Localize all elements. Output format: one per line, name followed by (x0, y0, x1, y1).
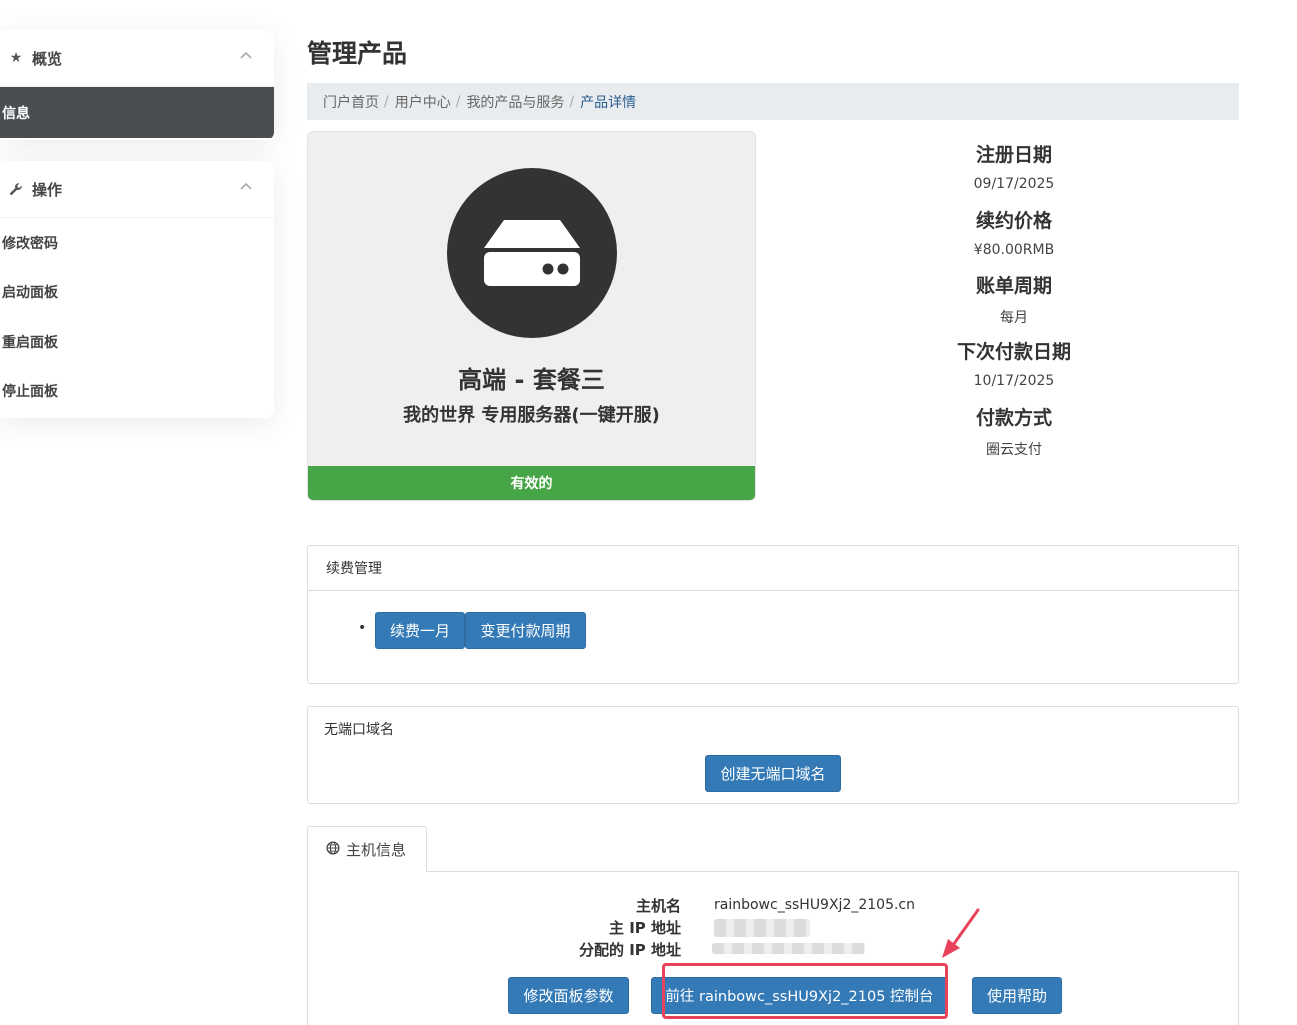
list-bullet: • (358, 620, 367, 636)
sidebar-item-label: 重启面板 (2, 334, 58, 351)
breadcrumb-current: 产品详情 (580, 94, 637, 111)
primary-ip-label: 主 IP 地址 (608, 919, 681, 937)
product-name: 高端 - 套餐三 (458, 366, 605, 394)
sidebar-item-stop-panel[interactable]: 停止面板 (0, 367, 274, 417)
breadcrumb-client-area[interactable]: 用户中心 (395, 92, 451, 112)
highlight-annotation (662, 963, 948, 1019)
globe-icon (326, 840, 340, 859)
detail-label: 下次付款日期 (956, 341, 1071, 363)
product-group: 我的世界 专用服务器(一键开服) (403, 405, 660, 426)
renew-one-month-button[interactable]: 续费一月 (375, 612, 465, 649)
breadcrumb: 门户首页 / 用户中心 / 我的产品与服务 / 产品详情 (307, 83, 1239, 120)
tab-label: 主机信息 (346, 841, 407, 859)
detail-value: 10/17/2025 (973, 373, 1055, 389)
detail-billing-cycle: 账单周期 每月 (900, 271, 1128, 327)
detail-payment-method: 付款方式 圈云支付 (900, 403, 1128, 459)
create-domain-button[interactable]: 创建无端口域名 (705, 755, 841, 792)
page-title: 管理产品 (307, 39, 408, 68)
detail-label: 账单周期 (975, 275, 1052, 297)
breadcrumb-products[interactable]: 我的产品与服务 (466, 92, 564, 112)
sidebar-item-label: 停止面板 (2, 384, 58, 401)
status-badge: 有效的 (308, 466, 755, 500)
change-billing-cycle-button[interactable]: 变更付款周期 (465, 612, 586, 649)
server-icon (447, 168, 617, 338)
renewal-title: 续费管理 (308, 546, 1238, 591)
star-icon: ★ (9, 50, 23, 66)
sidebar-actions-header[interactable]: 操作 (0, 161, 274, 218)
detail-value: 圈云支付 (986, 442, 1042, 458)
wrench-icon (6, 182, 26, 196)
hostname-label: 主机名 (635, 897, 681, 915)
sidebar-item-label: 启动面板 (2, 285, 58, 302)
sidebar-item-change-password[interactable]: 修改密码 (0, 218, 274, 268)
sidebar-overview-title: 概览 (32, 49, 63, 68)
detail-label: 付款方式 (975, 407, 1052, 429)
domain-title: 无端口域名 (324, 722, 394, 738)
detail-renewal-price: 续约价格 ¥80.00RMB (900, 206, 1128, 258)
assigned-ip-label: 分配的 IP 地址 (578, 941, 681, 959)
sidebar-item-label: 修改密码 (2, 235, 58, 252)
tab-host-info[interactable]: 主机信息 (307, 826, 427, 872)
product-card: 高端 - 套餐三 我的世界 专用服务器(一键开服) 有效的 (307, 131, 756, 501)
detail-label: 续约价格 (975, 210, 1052, 232)
sidebar-item-start-panel[interactable]: 启动面板 (0, 268, 274, 318)
sidebar-item-info[interactable]: 信息 (0, 87, 274, 138)
detail-value: ¥80.00RMB (973, 242, 1055, 258)
arrow-annotation-icon (942, 908, 980, 958)
help-button[interactable]: 使用帮助 (972, 977, 1062, 1014)
primary-ip-redacted (714, 919, 810, 937)
breadcrumb-separator: / (455, 93, 461, 110)
domain-panel: 无端口域名 创建无端口域名 (307, 706, 1239, 804)
breadcrumb-separator: / (384, 93, 389, 110)
hostname-value: rainbowc_ssHU9Xj2_2105.cn (714, 897, 916, 913)
detail-registration: 注册日期 09/17/2025 (900, 140, 1128, 192)
detail-value: 09/17/2025 (973, 176, 1055, 192)
breadcrumb-home[interactable]: 门户首页 (323, 92, 379, 112)
sidebar-item-restart-panel[interactable]: 重启面板 (0, 317, 274, 367)
detail-label: 注册日期 (975, 144, 1052, 166)
sidebar-overview-header[interactable]: ★ 概览 (0, 30, 274, 87)
chevron-up-icon[interactable] (240, 179, 252, 193)
assigned-ip-redacted (712, 943, 865, 954)
breadcrumb-separator: / (569, 93, 575, 110)
detail-next-due: 下次付款日期 10/17/2025 (900, 337, 1128, 389)
sidebar-overview-panel: ★ 概览 信息 (0, 30, 274, 140)
sidebar-actions-title: 操作 (32, 180, 63, 199)
sidebar-actions-panel: 操作 修改密码 启动面板 重启面板 停止面板 (0, 161, 274, 418)
edit-panel-params-button[interactable]: 修改面板参数 (508, 977, 629, 1014)
sidebar-item-label: 信息 (2, 105, 30, 122)
detail-value: 每月 (1000, 310, 1028, 326)
renewal-panel: 续费管理 • 续费一月 变更付款周期 (307, 545, 1239, 684)
chevron-up-icon[interactable] (240, 48, 252, 62)
